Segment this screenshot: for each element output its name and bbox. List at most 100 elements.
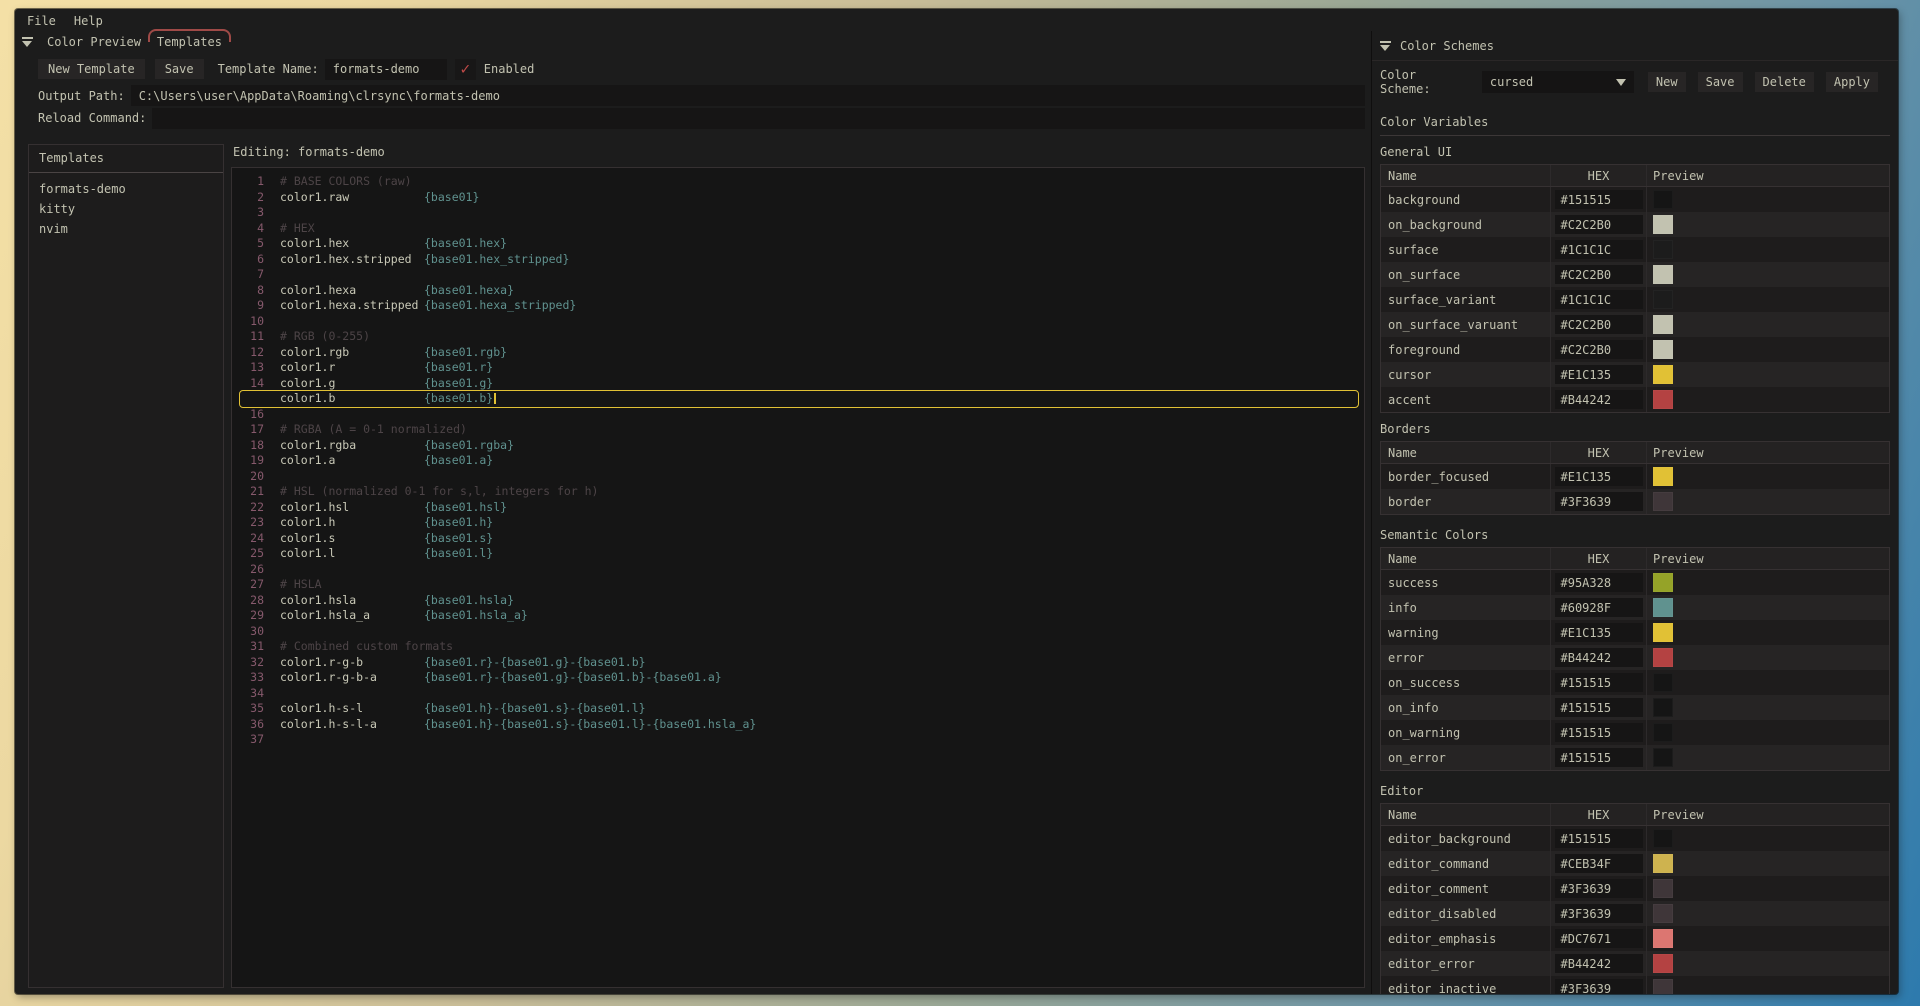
code-line[interactable]: 7 [232, 267, 1364, 283]
variable-hex-cell[interactable]: #151515 [1551, 695, 1647, 720]
scheme-apply-button[interactable]: Apply [1826, 72, 1878, 92]
hex-input[interactable]: #C2C2B0 [1555, 265, 1643, 284]
variable-hex-cell[interactable]: #151515 [1551, 670, 1647, 695]
hex-input[interactable]: #151515 [1555, 748, 1643, 767]
code-line[interactable]: 9color1.hexa.stripped{base01.hexa_stripp… [232, 298, 1364, 314]
table-row[interactable]: on_surface_varuant#C2C2B0 [1381, 312, 1889, 337]
table-header-row[interactable]: NameHEXPreview [1381, 548, 1889, 570]
color-table[interactable]: NameHEXPreviewbackground#151515on_backgr… [1380, 164, 1890, 413]
variable-hex-cell[interactable]: #DC7671 [1551, 926, 1647, 951]
hex-input[interactable]: #60928F [1555, 598, 1643, 617]
variable-preview-cell[interactable] [1647, 620, 1889, 645]
table-row[interactable]: editor_emphasis#DC7671 [1381, 926, 1889, 951]
code-line[interactable]: 31# Combined custom formats [232, 639, 1364, 655]
variable-hex-cell[interactable]: #151515 [1551, 720, 1647, 745]
scheme-save-button[interactable]: Save [1698, 72, 1743, 92]
color-table[interactable]: NameHEXPreviewborder_focused#E1C135borde… [1380, 441, 1890, 515]
variable-hex-cell[interactable]: #C2C2B0 [1551, 262, 1647, 287]
enabled-checkbox[interactable]: ✓ [455, 59, 476, 80]
variable-preview-cell[interactable] [1647, 695, 1889, 720]
table-row[interactable]: foreground#C2C2B0 [1381, 337, 1889, 362]
variable-preview-cell[interactable] [1647, 926, 1889, 951]
table-row[interactable]: background#151515 [1381, 187, 1889, 212]
code-line[interactable]: 24color1.s{base01.s} [232, 531, 1364, 547]
code-line[interactable]: 21# HSL (normalized 0-1 for s,l, integer… [232, 484, 1364, 500]
table-header-row[interactable]: NameHEXPreview [1381, 442, 1889, 464]
hex-input[interactable]: #CEB34F [1555, 854, 1643, 873]
hex-input[interactable]: #DC7671 [1555, 929, 1643, 948]
code-line[interactable]: 27# HSLA [232, 577, 1364, 593]
table-row[interactable]: editor_error#B44242 [1381, 951, 1889, 976]
collapse-panel-icon[interactable] [22, 37, 33, 48]
code-line[interactable]: 15color1.b{base01.b} [240, 391, 1358, 407]
table-row[interactable]: on_info#151515 [1381, 695, 1889, 720]
hex-input[interactable]: #151515 [1555, 698, 1643, 717]
table-row[interactable]: border_focused#E1C135 [1381, 464, 1889, 489]
hex-input[interactable]: #151515 [1555, 190, 1643, 209]
variable-hex-cell[interactable]: #151515 [1551, 745, 1647, 770]
output-path-input[interactable]: C:\Users\user\AppData\Roaming\clrsync\fo… [131, 85, 1365, 106]
sidebar-item-kitty[interactable]: kitty [29, 199, 223, 219]
code-line[interactable]: 22color1.hsl{base01.hsl} [232, 500, 1364, 516]
code-line[interactable]: 2color1.raw{base01} [232, 190, 1364, 206]
hex-input[interactable]: #C2C2B0 [1555, 340, 1643, 359]
menu-item-help[interactable]: Help [74, 14, 103, 28]
table-row[interactable]: on_success#151515 [1381, 670, 1889, 695]
table-row[interactable]: success#95A328 [1381, 570, 1889, 595]
variable-hex-cell[interactable]: #B44242 [1551, 645, 1647, 670]
collapse-schemes-icon[interactable] [1380, 41, 1391, 52]
variable-preview-cell[interactable] [1647, 645, 1889, 670]
table-row[interactable]: editor_background#151515 [1381, 826, 1889, 851]
variable-preview-cell[interactable] [1647, 362, 1889, 387]
variable-preview-cell[interactable] [1647, 951, 1889, 976]
variable-hex-cell[interactable]: #1C1C1C [1551, 287, 1647, 312]
scheme-new-button[interactable]: New [1648, 72, 1686, 92]
hex-input[interactable]: #1C1C1C [1555, 240, 1643, 259]
code-line[interactable]: 8color1.hexa{base01.hexa} [232, 283, 1364, 299]
table-row[interactable]: on_warning#151515 [1381, 720, 1889, 745]
sidebar-item-nvim[interactable]: nvim [29, 219, 223, 239]
template-code-editor[interactable]: 1# BASE COLORS (raw)2color1.raw{base01}3… [231, 167, 1365, 988]
variable-hex-cell[interactable]: #1C1C1C [1551, 237, 1647, 262]
code-line[interactable]: 28color1.hsla{base01.hsla} [232, 593, 1364, 609]
variable-hex-cell[interactable]: #C2C2B0 [1551, 312, 1647, 337]
variable-hex-cell[interactable]: #95A328 [1551, 570, 1647, 595]
variable-preview-cell[interactable] [1647, 720, 1889, 745]
table-row[interactable]: error#B44242 [1381, 645, 1889, 670]
hex-input[interactable]: #1C1C1C [1555, 290, 1643, 309]
table-row[interactable]: surface#1C1C1C [1381, 237, 1889, 262]
variable-preview-cell[interactable] [1647, 387, 1889, 412]
variable-preview-cell[interactable] [1647, 212, 1889, 237]
code-line[interactable]: 3 [232, 205, 1364, 221]
code-line[interactable]: 6color1.hex.stripped{base01.hex_stripped… [232, 252, 1364, 268]
variable-preview-cell[interactable] [1647, 570, 1889, 595]
table-row[interactable]: accent#B44242 [1381, 387, 1889, 412]
code-line[interactable]: 19color1.a{base01.a} [232, 453, 1364, 469]
variable-hex-cell[interactable]: #3F3639 [1551, 976, 1647, 994]
code-line[interactable]: 32color1.r-g-b{base01.r}-{base01.g}-{bas… [232, 655, 1364, 671]
variable-hex-cell[interactable]: #E1C135 [1551, 464, 1647, 489]
hex-input[interactable]: #95A328 [1555, 573, 1643, 592]
table-row[interactable]: editor_inactive#3F3639 [1381, 976, 1889, 994]
variable-preview-cell[interactable] [1647, 187, 1889, 212]
variable-preview-cell[interactable] [1647, 901, 1889, 926]
code-line[interactable]: 12color1.rgb{base01.rgb} [232, 345, 1364, 361]
hex-input[interactable]: #E1C135 [1555, 623, 1643, 642]
variable-hex-cell[interactable]: #3F3639 [1551, 489, 1647, 514]
table-row[interactable]: editor_command#CEB34F [1381, 851, 1889, 876]
code-line[interactable]: 37 [232, 732, 1364, 748]
code-line[interactable]: 35color1.h-s-l{base01.h}-{base01.s}-{bas… [232, 701, 1364, 717]
code-line[interactable]: 5color1.hex{base01.hex} [232, 236, 1364, 252]
code-line[interactable]: 16 [232, 407, 1364, 423]
variable-preview-cell[interactable] [1647, 826, 1889, 851]
code-line[interactable]: 14color1.g{base01.g} [232, 376, 1364, 392]
variable-preview-cell[interactable] [1647, 745, 1889, 770]
code-line[interactable]: 10 [232, 314, 1364, 330]
save-template-button[interactable]: Save [155, 59, 204, 79]
variable-hex-cell[interactable]: #B44242 [1551, 387, 1647, 412]
scheme-delete-button[interactable]: Delete [1755, 72, 1814, 92]
variable-hex-cell[interactable]: #151515 [1551, 187, 1647, 212]
hex-input[interactable]: #151515 [1555, 829, 1643, 848]
variable-preview-cell[interactable] [1647, 670, 1889, 695]
table-row[interactable]: info#60928F [1381, 595, 1889, 620]
